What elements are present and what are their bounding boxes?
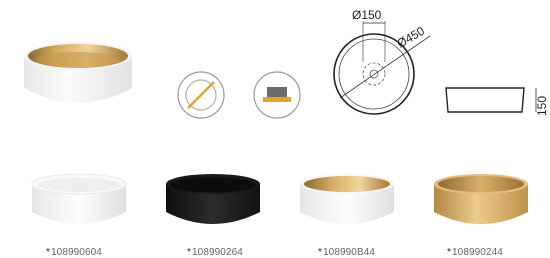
variant-code-2: *108990264 <box>187 247 243 258</box>
product-code: 108990264 <box>192 247 243 258</box>
asterisk-marker: * <box>447 247 451 258</box>
asterisk-marker: * <box>187 247 191 258</box>
product-code: 108990604 <box>51 247 102 258</box>
top-view-drawing: Ø150 Ø450 <box>320 0 440 120</box>
drain-diameter-label: Ø150 <box>352 8 382 22</box>
countertop-mount-icon <box>252 70 302 120</box>
asterisk-marker: * <box>46 247 50 258</box>
variant-white-gold-image <box>292 170 402 230</box>
outer-diameter-label: Ø450 <box>395 24 428 51</box>
variant-gold-image <box>426 170 536 230</box>
no-overflow-icon <box>176 70 226 120</box>
asterisk-marker: * <box>318 247 322 258</box>
height-label: 150 <box>535 96 549 116</box>
variant-code-1: *108990604 <box>46 247 102 258</box>
product-hero-image <box>18 30 138 120</box>
side-view-drawing: 150 <box>440 80 550 120</box>
product-code: 108990244 <box>452 247 503 258</box>
variant-code-3: *108990B44 <box>318 247 375 258</box>
product-code: 108990B44 <box>323 247 376 258</box>
variant-code-4: *108990244 <box>447 247 503 258</box>
variant-black-image <box>158 170 268 230</box>
variant-white-image <box>24 170 134 230</box>
